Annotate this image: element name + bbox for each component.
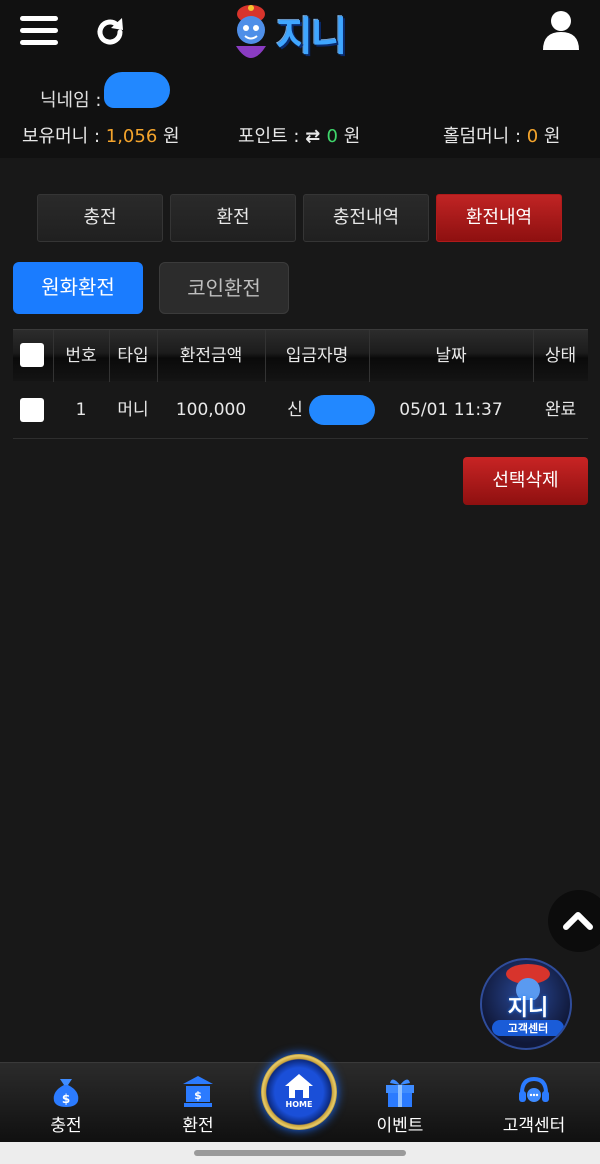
table-header: 번호 타입 환전금액 입금자명 날짜 상태: [13, 329, 588, 382]
home-button[interactable]: HOME: [261, 1054, 337, 1130]
svg-text:$: $: [194, 1089, 202, 1102]
swap-arrows-icon[interactable]: ⇄: [305, 126, 326, 147]
support-badge-subtitle: 고객센터: [492, 1020, 564, 1036]
home-icon: [285, 1074, 313, 1098]
holdem-value: 0: [526, 126, 539, 147]
customer-support-badge[interactable]: 지니 고객센터: [480, 958, 572, 1050]
system-home-bar: [0, 1142, 600, 1164]
gift-icon: [386, 1079, 414, 1107]
subtab-coin-exchange[interactable]: 코인환전: [159, 262, 289, 314]
row-checkbox[interactable]: [20, 398, 44, 422]
nav-support-label: 고객센터: [502, 1116, 566, 1136]
nickname-label: 닉네임 :: [40, 90, 108, 111]
table-row[interactable]: 1 머니 100,000 신 05/01 11:37 완료: [13, 381, 588, 439]
home-indicator[interactable]: [194, 1150, 406, 1156]
col-status: 상태: [544, 346, 577, 366]
genie-mascot-icon: [236, 5, 266, 58]
money-value: 1,056: [105, 126, 158, 147]
col-number: 번호: [65, 346, 97, 366]
site-logo[interactable]: 지니: [226, 0, 376, 70]
money-balance: 보유머니 : 1,056 원: [22, 126, 180, 147]
main-tabs: 충전 환전 충전내역 환전내역: [37, 194, 563, 242]
redacted-nickname: [104, 72, 170, 108]
tab-charge-history[interactable]: 충전내역: [303, 194, 429, 242]
hamburger-menu-icon[interactable]: [20, 16, 58, 48]
tab-exchange[interactable]: 환전: [170, 194, 296, 242]
user-profile-icon[interactable]: [542, 10, 580, 50]
row-number: 1: [75, 400, 87, 420]
row-amount: 100,000: [175, 400, 247, 420]
chevron-up-icon: [563, 912, 593, 930]
nav-support[interactable]: 고객센터: [484, 1063, 584, 1143]
support-badge-title: 지니: [507, 996, 549, 1021]
home-label: HOME: [285, 1100, 313, 1109]
balance-row: 보유머니 : 1,056 원 포인트 : ⇄ 0 원 홀덤머니 : 0 원: [0, 120, 600, 150]
nav-event-label: 이벤트: [376, 1116, 424, 1136]
refresh-icon[interactable]: [92, 14, 128, 50]
holdem-balance: 홀덤머니 : 0 원: [443, 126, 561, 147]
row-status: 완료: [544, 400, 577, 420]
col-depositor: 입금자명: [285, 346, 349, 366]
row-date: 05/01 11:37: [399, 400, 503, 420]
nav-exchange-label: 환전: [182, 1116, 214, 1136]
col-date: 날짜: [435, 346, 467, 366]
subtab-krw-exchange[interactable]: 원화환전: [13, 262, 143, 314]
row-type: 머니: [117, 400, 149, 420]
bank-icon: $: [183, 1076, 213, 1107]
point-value: 0: [326, 126, 338, 147]
point-balance: 포인트 : ⇄ 0 원: [238, 126, 361, 147]
nav-charge-label: 충전: [50, 1116, 82, 1136]
nav-exchange[interactable]: $ 환전: [148, 1063, 248, 1143]
col-type: 타입: [117, 346, 149, 366]
scroll-to-top-button[interactable]: [548, 890, 600, 952]
tab-charge[interactable]: 충전: [37, 194, 163, 242]
money-bag-icon: $: [53, 1079, 79, 1107]
logo-text: 지니: [276, 14, 348, 60]
headset-icon: [519, 1076, 549, 1102]
col-amount: 환전금액: [179, 346, 243, 366]
svg-text:$: $: [62, 1092, 70, 1106]
redacted-depositor: [309, 395, 375, 425]
delete-selected-button[interactable]: 선택삭제: [463, 457, 588, 505]
nav-event[interactable]: 이벤트: [350, 1063, 450, 1143]
top-header: 지니 닉네임 : 0 보유머니 : 1,056 원 포인트 : ⇄ 0 원 홀덤…: [0, 0, 600, 158]
select-all-checkbox[interactable]: [20, 343, 44, 367]
exchange-history-table: 번호 타입 환전금액 입금자명 날짜 상태 1 머니 100,000 신 05/…: [13, 329, 588, 439]
tab-exchange-history[interactable]: 환전내역: [436, 194, 562, 242]
nav-charge[interactable]: $ 충전: [16, 1063, 116, 1143]
